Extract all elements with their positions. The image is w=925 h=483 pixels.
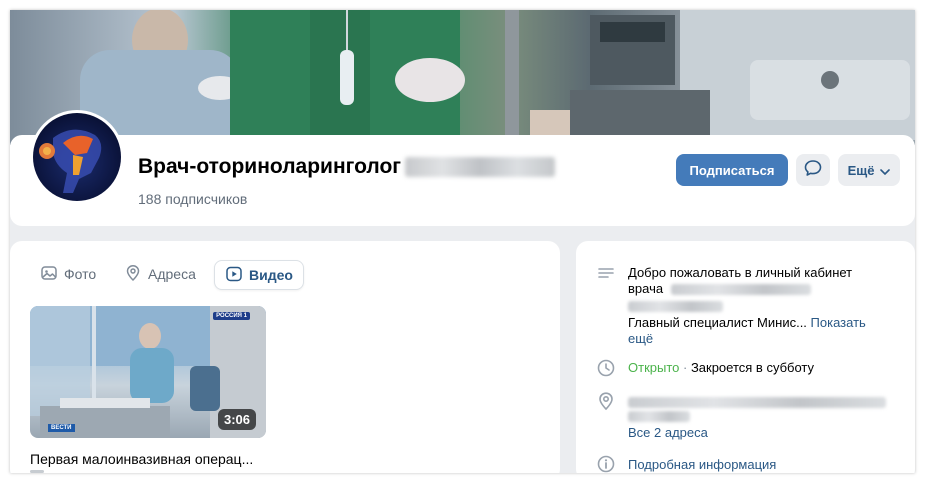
tab-videos[interactable]: Видео bbox=[214, 260, 304, 290]
redacted-address-line-2 bbox=[628, 411, 690, 422]
community-title-text: Врач-оториноларинголог bbox=[138, 155, 402, 178]
tab-addresses-label: Адреса bbox=[148, 266, 196, 282]
more-label: Ещё bbox=[847, 162, 875, 178]
redacted-name bbox=[405, 157, 556, 178]
status-separator: · bbox=[679, 360, 691, 375]
location-pin-icon bbox=[124, 264, 142, 285]
show-more-link[interactable]: Показать bbox=[811, 315, 866, 330]
description-line-3: Главный специалист Минис... Показать bbox=[628, 315, 893, 331]
video-thumbnail[interactable]: РОССИЯ 1 ВЕСТИ 3:06 bbox=[30, 306, 266, 438]
vk-community-page: Врач-оториноларинголог 188 подписчиков П… bbox=[10, 10, 915, 473]
avatar-image bbox=[33, 113, 121, 201]
address-block: Все 2 адреса bbox=[628, 394, 888, 441]
description-block: Добро пожаловать в личный кабинет врача … bbox=[628, 265, 893, 347]
message-bubble-icon bbox=[804, 159, 822, 182]
all-addresses-link[interactable]: Все 2 адреса bbox=[628, 425, 888, 441]
redacted-address-line-1 bbox=[628, 397, 886, 408]
channel-badge: РОССИЯ 1 bbox=[213, 312, 250, 320]
chevron-down-icon bbox=[880, 163, 891, 178]
status-closes: Закроется в субботу bbox=[690, 360, 815, 375]
news-badge: ВЕСТИ bbox=[48, 424, 75, 432]
info-circle-icon bbox=[596, 454, 616, 473]
subscribe-button[interactable]: Подписаться bbox=[676, 154, 788, 186]
description-truncated: Главный специалист Минис... bbox=[628, 315, 807, 331]
tab-videos-label: Видео bbox=[249, 267, 293, 283]
description-line-1: Добро пожаловать в личный кабинет bbox=[628, 265, 853, 280]
description-word-doctor: врача bbox=[628, 281, 664, 296]
redacted-patronymic bbox=[628, 301, 723, 313]
show-more-link-continued[interactable]: ещё bbox=[628, 331, 893, 347]
video-icon bbox=[225, 265, 243, 286]
opening-hours[interactable]: Открыто · Закроется в субботу bbox=[628, 360, 814, 376]
tab-photos-label: Фото bbox=[64, 266, 97, 282]
video-title[interactable]: Первая малоинвазивная операц... bbox=[30, 451, 253, 467]
status-open: Открыто bbox=[628, 360, 680, 375]
photo-icon bbox=[40, 264, 58, 285]
location-pin-icon bbox=[596, 391, 616, 411]
more-info-link[interactable]: Подробная информация bbox=[628, 457, 776, 473]
redacted-doctor-name bbox=[670, 284, 811, 296]
community-avatar[interactable] bbox=[30, 110, 124, 204]
tab-addresses[interactable]: Адреса bbox=[124, 260, 196, 288]
tab-photos[interactable]: Фото bbox=[40, 260, 96, 288]
clock-icon bbox=[596, 358, 616, 378]
community-title: Врач-оториноларинголог bbox=[138, 155, 556, 179]
message-button[interactable] bbox=[796, 154, 830, 186]
video-duration: 3:06 bbox=[217, 409, 256, 430]
subscribers-count[interactable]: 188 подписчиков bbox=[138, 191, 247, 207]
description-lines-icon bbox=[596, 264, 616, 284]
video-meta-truncated bbox=[30, 470, 44, 473]
description-line-2: врача bbox=[628, 281, 893, 298]
cover-photo bbox=[10, 10, 915, 145]
more-button[interactable]: Ещё bbox=[838, 154, 900, 186]
